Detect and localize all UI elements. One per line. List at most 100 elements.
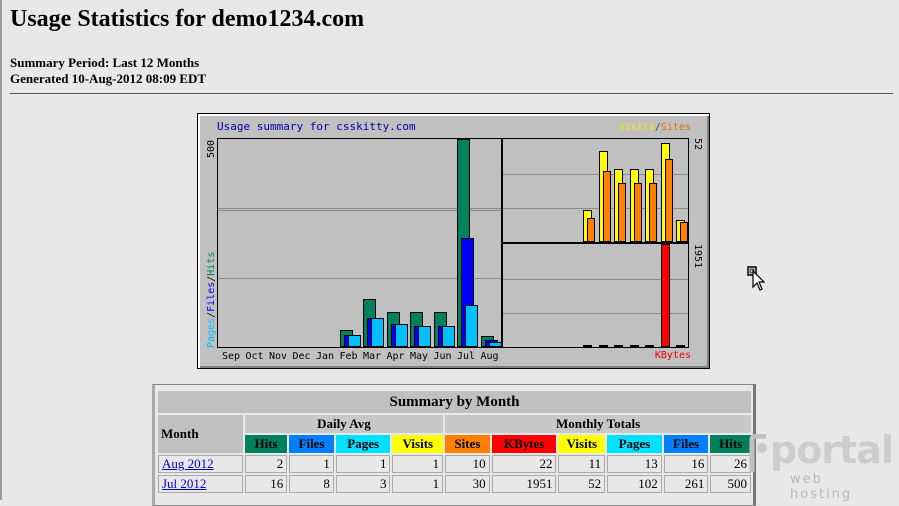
x-tick-label: Feb: [339, 351, 358, 362]
kbytes-plot: [502, 243, 689, 348]
generated-timestamp: Generated 10-Aug-2012 08:09 EDT: [10, 71, 207, 86]
cell: 3: [335, 475, 391, 493]
col-total-sites: Sites: [445, 435, 490, 453]
cell: 13: [607, 455, 662, 473]
bar-kbytes: [583, 345, 592, 347]
x-tick-label: Sep: [221, 351, 241, 362]
x-tick-label: Jul: [456, 351, 476, 362]
col-daily-hits: Hits: [244, 435, 288, 453]
bar-kbytes: [629, 345, 639, 347]
cell: 22: [491, 455, 557, 473]
axis-label-hits: Hits: [206, 251, 217, 276]
summary-table: Summary by Month Month Daily Avg Monthly…: [156, 389, 753, 495]
bar-pages-jul: [465, 305, 478, 347]
x-tick-label: Nov: [268, 351, 288, 362]
cell: 1951: [491, 475, 557, 493]
summary-caption: Summary by Month: [158, 391, 751, 413]
x-tick-label: Oct: [245, 351, 264, 362]
month-cell: Jul 2012: [158, 475, 243, 493]
bar-sites: [633, 183, 642, 242]
x-tick-label: Dec: [292, 351, 311, 362]
bar-kbytes: [676, 345, 685, 347]
report-meta: Summary Period: Last 12 Months Generated…: [10, 55, 206, 87]
col-daily-files: Files: [289, 435, 334, 453]
legend-sites: Sites: [660, 122, 691, 133]
bar-pages-mar: [371, 318, 384, 347]
axis-label-files: Files: [206, 281, 217, 312]
legend-kbytes: KBytes: [654, 350, 691, 361]
bar-kbytes: [598, 345, 608, 347]
left-axis-label: Pages/Files/Hits: [206, 252, 217, 348]
table-row: Aug 2012 2 1 1 1 10 22 11 13 16 26: [158, 455, 751, 473]
axis-slash-1: /: [206, 311, 217, 318]
bar-pages-apr: [394, 324, 408, 347]
left-border: [0, 0, 2, 500]
cell: 16: [244, 475, 288, 493]
x-tick-label: May: [409, 351, 429, 362]
cell: 11: [558, 455, 606, 473]
x-tick-label: Aug: [480, 351, 499, 362]
cell: 1: [289, 455, 334, 473]
daily-avg-header: Daily Avg: [244, 415, 444, 433]
bar-sites: [587, 218, 595, 242]
header-divider: [10, 93, 893, 94]
visits-sites-legend: Visits/Sites: [619, 122, 691, 133]
mouse-cursor-icon: [747, 266, 765, 291]
watermark-sub: web hosting: [790, 472, 853, 502]
x-tick-label: Jan: [315, 351, 335, 362]
cell: 26: [710, 455, 751, 473]
col-total-pages: Pages: [607, 435, 662, 453]
summary-period: Summary Period: Last 12 Months: [10, 55, 200, 70]
month-column-header: Month: [158, 415, 243, 453]
main-plot: [217, 138, 502, 348]
monthly-totals-header: Monthly Totals: [445, 415, 751, 433]
bar-sites: [664, 159, 673, 242]
table-row: Jul 2012 16 8 3 1 30 1951 52 102 261 500: [158, 475, 751, 493]
page-title: Usage Statistics for demo1234.com: [10, 6, 365, 32]
cell: 10: [445, 455, 490, 473]
month-link-jul-2012[interactable]: Jul 2012: [162, 476, 206, 491]
bar-pages-feb: [347, 335, 361, 347]
cell: 102: [607, 475, 662, 493]
cell: 2: [244, 455, 288, 473]
usage-graph: Usage summary for csskitty.com Visits/Si…: [197, 113, 710, 369]
cell: 1: [392, 455, 444, 473]
bar-pages-may: [418, 326, 431, 347]
left-axis-max: 500: [206, 139, 217, 158]
x-tick-label: Apr: [386, 351, 405, 362]
col-total-visits: Visits: [558, 435, 606, 453]
cell: 52: [558, 475, 606, 493]
visits-axis-max: 52: [692, 138, 703, 151]
bar-sites: [618, 183, 626, 242]
bar-pages-aug: [488, 342, 502, 347]
bar-kbytes: [645, 345, 654, 347]
cell: 16: [663, 455, 709, 473]
axis-slash-2: /: [206, 275, 217, 282]
col-total-kbytes: KBytes: [491, 435, 557, 453]
cell: 261: [663, 475, 709, 493]
cell: 1: [392, 475, 444, 493]
col-total-files: Files: [663, 435, 709, 453]
x-tick-label: Mar: [362, 351, 382, 362]
bar-sites: [602, 171, 611, 242]
watermark-brand: portal: [770, 428, 894, 472]
cell: 30: [445, 475, 490, 493]
col-daily-pages: Pages: [335, 435, 391, 453]
bar-pages-jun: [441, 326, 455, 347]
bar-sites: [649, 183, 657, 242]
bar-kbytes: [660, 244, 670, 347]
graph-title: Usage summary for csskitty.com: [217, 120, 416, 133]
col-total-hits: Hits: [710, 435, 751, 453]
summary-by-month-panel: Summary by Month Month Daily Avg Monthly…: [152, 384, 756, 506]
bar-sites: [680, 222, 688, 242]
month-link-aug-2012[interactable]: Aug 2012: [162, 456, 214, 471]
cell: 500: [710, 475, 751, 493]
legend-visits: Visits: [618, 122, 655, 133]
visits-sites-plot: [502, 138, 689, 243]
cell: 1: [335, 455, 391, 473]
bar-kbytes: [614, 345, 623, 347]
axis-label-pages: Pages: [206, 317, 217, 348]
col-daily-visits: Visits: [392, 435, 444, 453]
kbytes-axis-max: 1951: [692, 244, 703, 269]
month-cell: Aug 2012: [158, 455, 243, 473]
